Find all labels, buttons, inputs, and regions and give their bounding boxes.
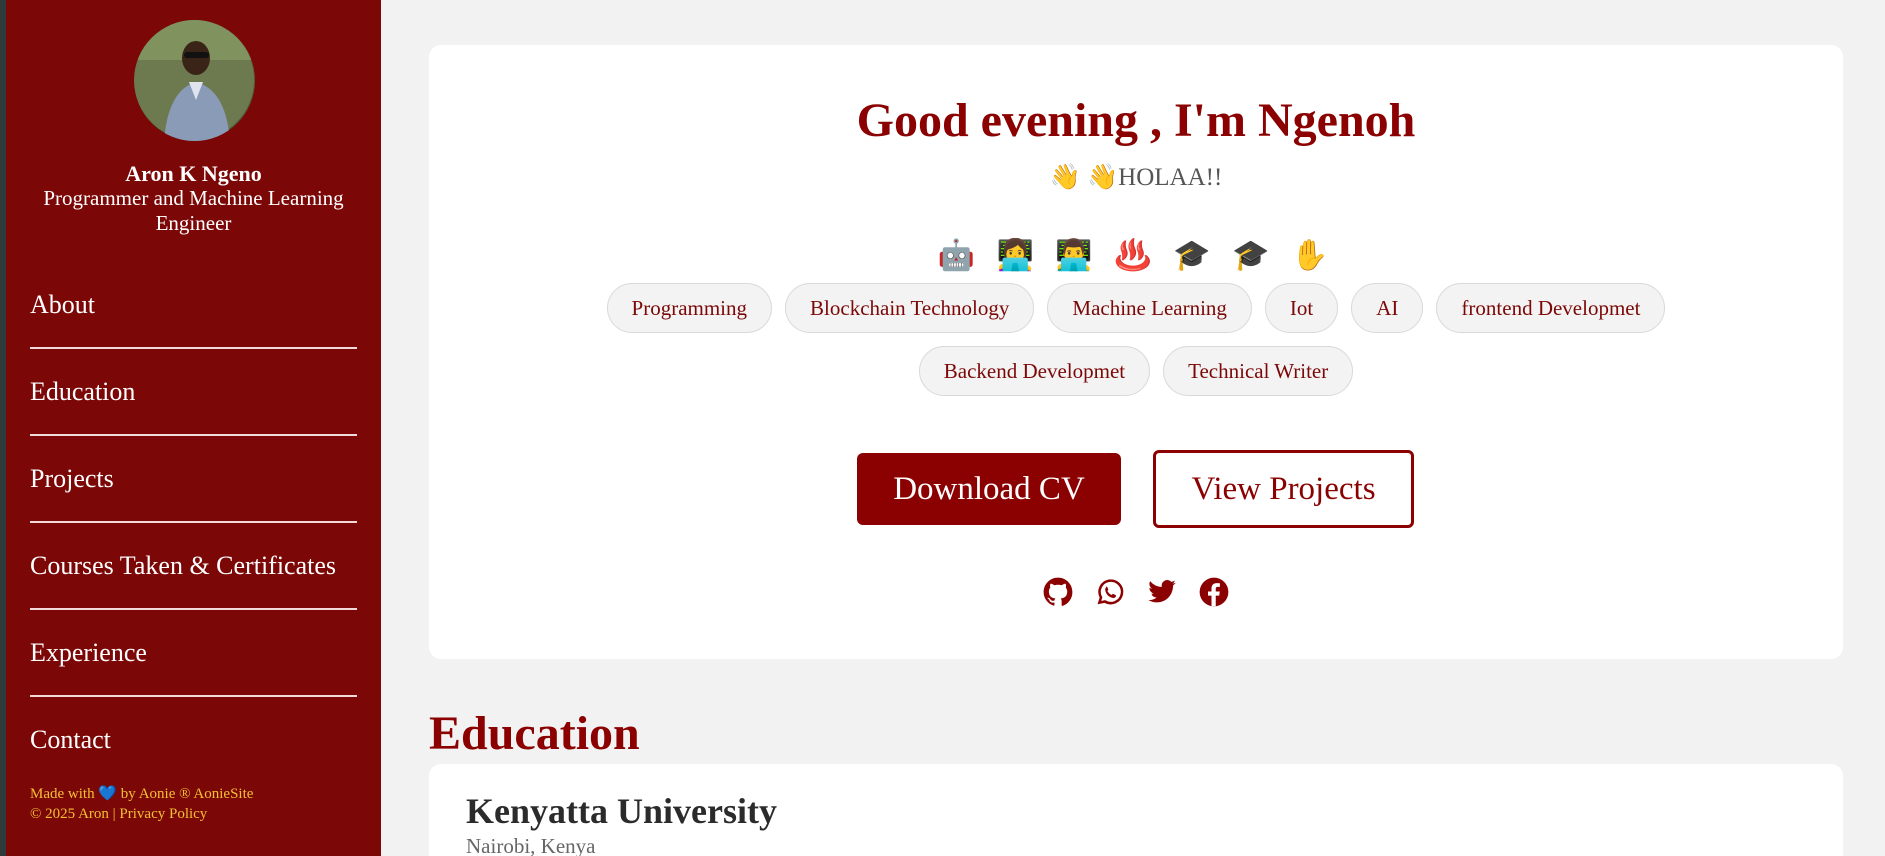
sidebar: Aron K Ngeno Programmer and Machine Lear… xyxy=(6,0,381,856)
institution-name: Kenyatta University xyxy=(466,791,777,831)
download-cv-button[interactable]: Download CV xyxy=(857,453,1121,525)
tag-blockchain[interactable]: Blockchain Technology xyxy=(785,283,1035,333)
avatar xyxy=(134,20,255,141)
hero-card: Good evening , I'm Ngenoh 👋 👋HOLAA!! 🤖 👩… xyxy=(429,45,1843,659)
greeting-subtitle: 👋 👋HOLAA!! xyxy=(1049,164,1223,191)
sidebar-footer: Made with 💙 by Aonie ® AonieSite © 2025 … xyxy=(30,784,253,824)
sidebar-nav: About Education Projects Courses Taken &… xyxy=(30,262,357,784)
tag-programming[interactable]: Programming xyxy=(606,283,773,333)
whatsapp-icon[interactable] xyxy=(1095,577,1125,607)
twitter-icon[interactable] xyxy=(1147,577,1177,607)
facebook-icon[interactable] xyxy=(1199,577,1229,607)
privacy-policy-link[interactable]: Privacy Policy xyxy=(119,806,207,822)
heart-icon: 💙 xyxy=(98,786,118,802)
made-with-suffix: by Aonie ® AonieSite xyxy=(120,786,254,802)
copyright-text: © 2025 Aron | xyxy=(30,806,120,822)
sidebar-item-courses[interactable]: Courses Taken & Certificates xyxy=(30,523,357,610)
sidebar-item-experience[interactable]: Experience xyxy=(30,610,357,697)
profile-role: Programmer and Machine Learning Engineer xyxy=(43,186,344,235)
sidebar-item-projects[interactable]: Projects xyxy=(30,436,357,523)
tag-iot[interactable]: Iot xyxy=(1264,283,1339,333)
tag-backend[interactable]: Backend Developmet xyxy=(918,346,1151,396)
made-with-prefix: Made with xyxy=(30,786,95,802)
sidebar-item-about[interactable]: About xyxy=(30,262,357,349)
tag-machine-learning[interactable]: Machine Learning xyxy=(1047,283,1252,333)
social-links xyxy=(429,577,1843,607)
education-section-title: Education xyxy=(429,707,640,760)
institution-location: Nairobi, Kenya xyxy=(466,834,596,856)
sidebar-item-contact[interactable]: Contact xyxy=(30,697,357,784)
tag-frontend[interactable]: frontend Developmet xyxy=(1436,283,1666,333)
education-card: Kenyatta University Nairobi, Kenya xyxy=(429,764,1843,856)
made-with-line: Made with 💙 by Aonie ® AonieSite xyxy=(30,784,253,804)
view-projects-button[interactable]: View Projects xyxy=(1153,450,1414,528)
tag-ai[interactable]: AI xyxy=(1351,283,1424,333)
profile-name: Aron K Ngeno xyxy=(125,161,262,186)
tag-technical-writer[interactable]: Technical Writer xyxy=(1163,346,1354,396)
sidebar-item-education[interactable]: Education xyxy=(30,349,357,436)
page-title: Good evening , I'm Ngenoh xyxy=(856,94,1416,147)
copyright-line: © 2025 Aron | Privacy Policy xyxy=(30,804,253,824)
emoji-row: 🤖 👩‍💻 👨‍💻 ♨️ 🎓 🎓 ✋ xyxy=(937,238,1335,273)
github-icon[interactable] xyxy=(1043,577,1073,607)
skill-tags: Programming Blockchain Technology Machin… xyxy=(589,283,1683,396)
